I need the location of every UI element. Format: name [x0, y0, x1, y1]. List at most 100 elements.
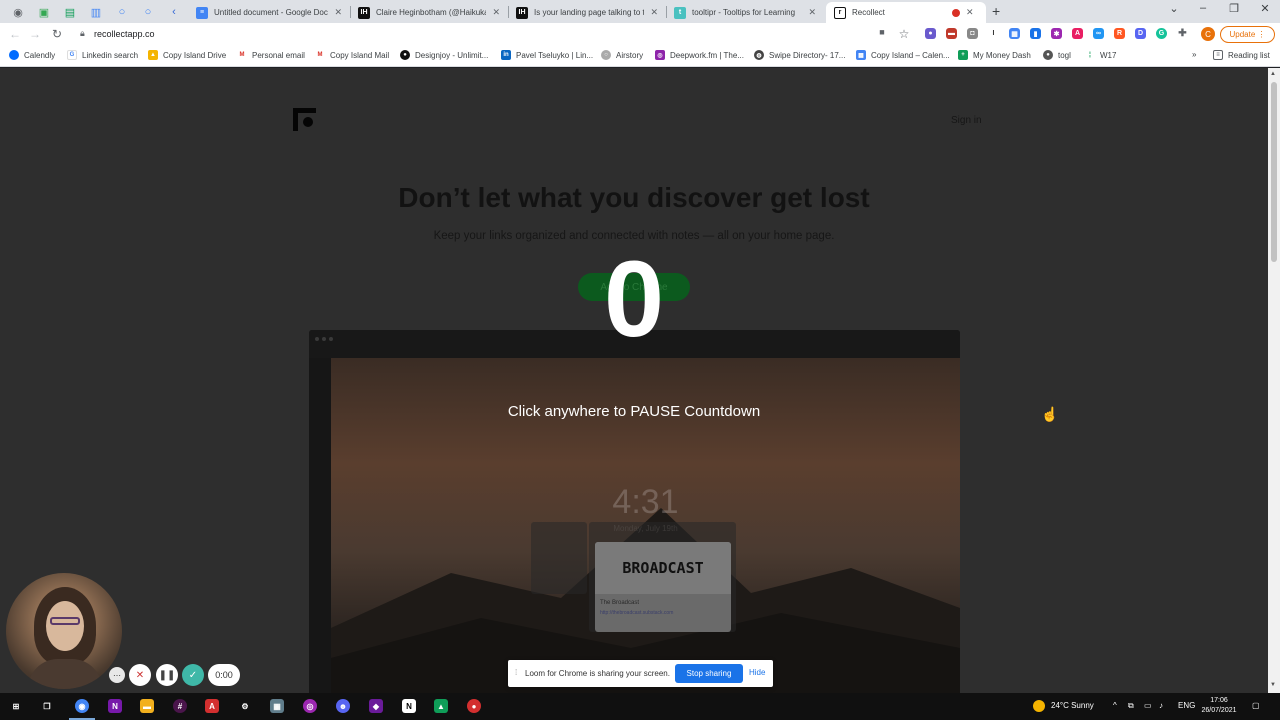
scroll-up-icon[interactable]: ▲ [1270, 71, 1276, 77]
discord-icon[interactable]: ☻ [336, 699, 350, 713]
grammarly-icon[interactable]: G [1156, 28, 1167, 39]
close-icon[interactable]: ✕ [334, 7, 342, 18]
acrobat-icon[interactable]: A [205, 699, 219, 713]
extension-icon-1[interactable]: ● [925, 28, 936, 39]
camera-extension-icon[interactable]: ◘ [967, 28, 978, 39]
bookmark-w17[interactable]: ¦ W17 [1085, 50, 1116, 60]
purple-app-icon[interactable]: ◎ [303, 699, 317, 713]
bookmarks-overflow-icon[interactable]: » [1192, 50, 1196, 59]
bookmark-airstory[interactable]: ○ Airstory [601, 50, 643, 60]
loom-cancel-button[interactable]: ✕ [129, 664, 151, 686]
loom-webcam-bubble[interactable] [6, 573, 122, 689]
bookmark-calendly[interactable]: Calendly [9, 50, 55, 60]
d-extension-icon[interactable]: D [1135, 28, 1146, 39]
page-viewport[interactable]: Sign in Don’t let what you discover get … [0, 68, 1268, 693]
slack-icon[interactable]: # [173, 699, 187, 713]
pause-countdown-text[interactable]: Click anywhere to PAUSE Countdown [0, 403, 1268, 420]
bookmark-copy-island-mail[interactable]: M Copy Island Mail [315, 50, 389, 60]
reading-list-button[interactable]: ≡ Reading list [1213, 50, 1270, 60]
task-view-icon[interactable]: ❐ [40, 699, 54, 713]
bookmark-pavel[interactable]: in Pavel Tseluyko | Lin... [501, 50, 593, 60]
extension-icon-2[interactable]: ▬ [946, 28, 957, 39]
sign-in-link[interactable]: Sign in [951, 115, 982, 126]
puzzle-color-extension-icon[interactable]: ✱ [1051, 28, 1062, 39]
bookmark-personal-email[interactable]: M Personal email [237, 50, 305, 60]
volume-icon[interactable]: ♪ [1159, 701, 1163, 710]
back-button[interactable]: ← [7, 27, 23, 41]
close-icon[interactable]: ✕ [966, 7, 974, 18]
bookmark-copy-island-calendar[interactable]: ▦ Copy Island – Calen... [856, 50, 950, 60]
tab-tooltipr[interactable]: t tooltipr - Tooltips for Learning ✕ [666, 2, 824, 23]
calendar-extension-icon[interactable]: ▦ [1009, 28, 1020, 39]
camera-icon[interactable]: ■ [874, 27, 890, 37]
tray-chevron-icon[interactable]: ^ [1113, 701, 1117, 710]
link-extension-icon[interactable]: ∞ [1093, 28, 1104, 39]
hide-button[interactable]: Hide [749, 668, 765, 677]
file-explorer-icon[interactable]: ▬ [140, 699, 154, 713]
tab-google-docs[interactable]: ≡ Untitled document - Google Docs ✕ [188, 2, 350, 23]
loom-countdown[interactable]: 0 [0, 245, 1268, 353]
arrow-pinned-icon[interactable]: ‹ [165, 3, 183, 21]
update-button[interactable]: Update ⋮ [1220, 26, 1275, 43]
tab-recollect[interactable]: r Recollect ✕ [826, 2, 986, 23]
abp-extension-icon[interactable]: A [1072, 28, 1083, 39]
recorder-icon[interactable]: ● [467, 699, 481, 713]
address-bar[interactable]: 🔒︎ recollectapp.co [72, 25, 918, 44]
stop-sharing-button[interactable]: Stop sharing [675, 664, 743, 683]
loom-finish-button[interactable]: ✓ [182, 664, 204, 686]
text-cursor-extension-icon[interactable]: I [988, 28, 999, 39]
new-tab-button[interactable]: + [992, 3, 1000, 19]
bookmark-togl[interactable]: ● togl [1043, 50, 1071, 60]
onenote-icon[interactable]: N [108, 699, 122, 713]
windows-start-icon[interactable]: ⊞ [9, 699, 23, 713]
forward-button[interactable]: → [27, 27, 43, 41]
diamond-app-icon[interactable]: ◆ [369, 699, 383, 713]
bookmark-star-icon[interactable]: ☆ [896, 27, 912, 41]
chart-extension-icon[interactable]: ▮ [1030, 28, 1041, 39]
weather-text[interactable]: 24°C Sunny [1051, 701, 1094, 710]
airstory-icon: ○ [601, 50, 611, 60]
minimize-button[interactable]: – [1193, 2, 1213, 14]
circle-pinned-icon-2[interactable]: ○ [139, 3, 157, 21]
bookmark-copy-island-drive[interactable]: ▲ Copy Island Drive [148, 50, 226, 60]
loom-more-icon[interactable]: ⋯ [109, 667, 125, 683]
gmail-pinned-icon[interactable]: ▣ [35, 3, 53, 21]
r-extension-icon[interactable]: R [1114, 28, 1125, 39]
chrome-menu-icon[interactable]: ◉ [9, 3, 27, 21]
bookmark-money-dash[interactable]: + My Money Dash [958, 50, 1031, 60]
restore-button[interactable]: ❐ [1224, 2, 1244, 15]
close-icon[interactable]: ✕ [808, 7, 816, 18]
notifications-icon[interactable]: ▢ [1252, 701, 1260, 710]
close-window-button[interactable]: ✕ [1255, 2, 1275, 15]
tab-search-icon[interactable]: ⌄ [1164, 2, 1184, 15]
language-indicator[interactable]: ENG [1178, 701, 1195, 710]
tab-claire[interactable]: IH Claire Heginbotham (@Haikuka) ✕ [350, 2, 508, 23]
settings-gear-icon[interactable]: ⚙ [238, 699, 252, 713]
circle-pinned-icon[interactable]: ○ [113, 3, 131, 21]
drag-handle-icon[interactable]: ⁞ [515, 668, 517, 677]
bookmark-deepwork[interactable]: ◎ Deepwork.fm | The... [655, 50, 744, 60]
scrollbar[interactable]: ▲ ▼ [1268, 68, 1280, 693]
notion-icon[interactable]: N [402, 699, 416, 713]
battery-icon[interactable]: ▭ [1144, 701, 1152, 710]
bookmark-linkedin-search[interactable]: G Linkedin search [67, 50, 138, 60]
close-icon[interactable]: ✕ [650, 7, 658, 18]
bookmark-designjoy[interactable]: ● Designjoy - Unlimit... [400, 50, 488, 60]
close-icon[interactable]: ✕ [492, 7, 500, 18]
scroll-down-icon[interactable]: ▼ [1270, 682, 1276, 688]
recollect-logo[interactable] [293, 108, 316, 131]
bookmark-swipe-directory[interactable]: ◍ Swipe Directory- 17... [754, 50, 845, 60]
reload-button[interactable]: ↻ [49, 27, 65, 41]
profile-avatar[interactable]: C [1201, 27, 1215, 41]
scrollbar-thumb[interactable] [1271, 82, 1277, 262]
extensions-puzzle-icon[interactable]: ✚ [1177, 28, 1188, 39]
taskbar-clock[interactable]: 17:06 26/07/2021 [1200, 696, 1238, 716]
calculator-icon[interactable]: ▦ [270, 699, 284, 713]
google-drive-icon[interactable]: ▲ [434, 699, 448, 713]
sheets-pinned-icon[interactable]: ▤ [61, 3, 79, 21]
tab-landing-page[interactable]: IH Is your landing page talking to th ✕ [508, 2, 666, 23]
chrome-icon[interactable]: ◉ [75, 699, 89, 713]
network-icon[interactable]: ⧉ [1128, 701, 1134, 711]
loom-pause-button[interactable]: ❚❚ [156, 664, 178, 686]
docs-pinned-icon[interactable]: ▥ [87, 3, 105, 21]
